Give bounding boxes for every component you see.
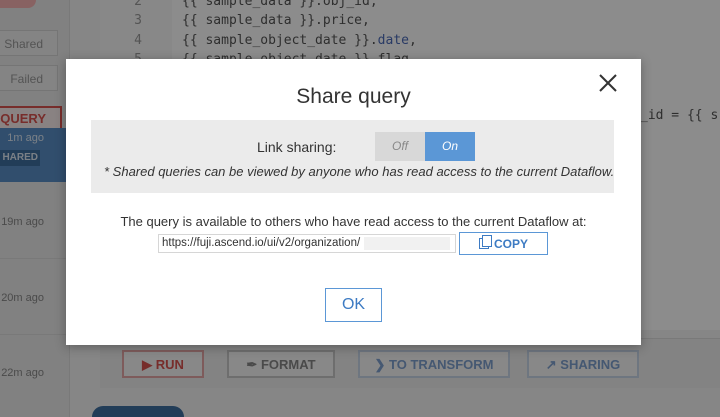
link-sharing-label: Link sharing:	[257, 139, 337, 155]
sharing-note: * Shared queries can be viewed by anyone…	[104, 164, 615, 179]
copy-icon	[478, 235, 492, 249]
toggle-on-option[interactable]: On	[425, 132, 475, 161]
toggle-off-option[interactable]: Off	[375, 132, 425, 161]
availability-text: The query is available to others who hav…	[120, 214, 587, 229]
link-sharing-toggle[interactable]: Off On	[375, 132, 475, 161]
copy-button[interactable]: COPY	[459, 232, 548, 255]
close-button[interactable]	[596, 71, 620, 95]
ok-button[interactable]: OK	[325, 288, 382, 322]
dialog-title: Share query	[296, 85, 411, 108]
share-url: https://fuji.ascend.io/ui/v2/organizatio…	[162, 237, 365, 249]
share-url-field[interactable]: https://fuji.ascend.io/ui/v2/organizatio…	[158, 234, 456, 253]
close-icon	[599, 74, 617, 92]
link-sharing-panel: Link sharing: Off On * Shared queries ca…	[91, 120, 614, 193]
share-query-dialog: Share query Link sharing: Off On * Share…	[66, 59, 641, 345]
url-masked-segment	[364, 237, 451, 250]
